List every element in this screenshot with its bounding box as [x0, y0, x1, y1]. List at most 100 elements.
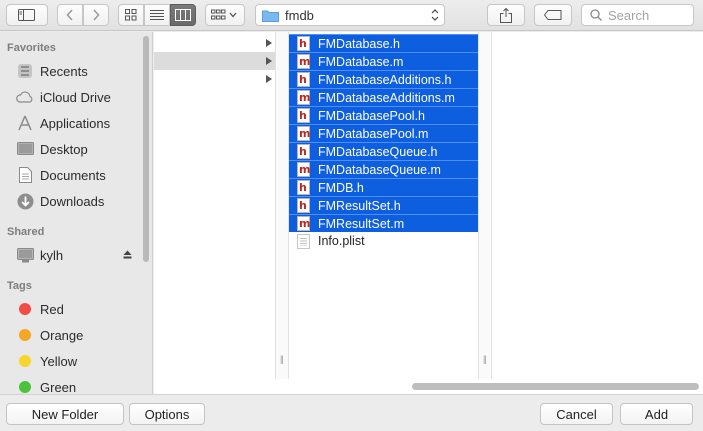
back-button[interactable] [57, 4, 83, 26]
column-view-button[interactable] [170, 4, 196, 26]
grip-icon: || [483, 354, 487, 364]
toolbar: fmdb Search [0, 0, 703, 31]
parent-folder-row[interactable] [154, 34, 275, 52]
tags-heading: Tags [7, 280, 32, 292]
computer-icon [15, 246, 35, 264]
file-row[interactable]: m FMResultSet.m [289, 214, 478, 232]
file-name: FMResultSet.m [318, 216, 405, 231]
sidebar-item-label: Documents [40, 167, 106, 183]
sidebar-item-documents[interactable]: Documents [15, 164, 140, 186]
share-icon [500, 7, 512, 23]
file-name: FMDatabaseAdditions.h [318, 72, 452, 87]
sidebar-item-tag-orange[interactable]: Orange [15, 324, 140, 346]
applications-icon [15, 114, 35, 132]
sidebar-item-tag-green[interactable]: Green [15, 376, 140, 394]
header-file-icon: h [297, 180, 310, 195]
new-folder-button[interactable]: New Folder [6, 403, 124, 425]
sidebar-toggle-icon [18, 9, 35, 21]
file-name: Info.plist [318, 234, 365, 248]
sidebar-item-recents[interactable]: Recents [15, 60, 140, 82]
icon-view-button[interactable] [118, 4, 144, 26]
path-popup[interactable]: fmdb [255, 4, 445, 26]
sidebar-item-applications[interactable]: Applications [15, 112, 140, 134]
list-view-button[interactable] [144, 4, 170, 26]
file-row[interactable]: h FMDatabase.h [289, 34, 478, 52]
chevron-right-icon [93, 9, 100, 21]
sidebar-item-desktop[interactable]: Desktop [15, 138, 140, 160]
file-row[interactable]: h FMDatabasePool.h [289, 106, 478, 124]
download-icon [15, 192, 35, 210]
options-button[interactable]: Options [129, 403, 205, 425]
search-input[interactable]: Search [581, 4, 694, 26]
sidebar-item-downloads[interactable]: Downloads [15, 190, 140, 212]
sidebar-scrollbar[interactable] [143, 36, 149, 262]
header-file-icon: h [297, 72, 310, 87]
header-file-icon: h [297, 36, 310, 51]
file-row[interactable]: h FMDatabaseQueue.h [289, 142, 478, 160]
column-resize-handle[interactable]: || [275, 32, 289, 379]
share-button[interactable] [487, 4, 525, 26]
header-file-icon: h [297, 108, 310, 123]
tag-icon [544, 10, 562, 20]
eject-icon[interactable] [123, 250, 132, 259]
sidebar-item-label: Downloads [40, 193, 105, 209]
sidebar-toggle-button[interactable] [6, 4, 48, 26]
header-file-icon: h [297, 198, 310, 213]
chevron-left-icon [66, 9, 73, 21]
file-row[interactable]: m FMDatabase.m [289, 52, 478, 70]
parent-folder-row[interactable] [154, 70, 275, 88]
orange-tag-icon [19, 329, 31, 341]
file-column: h FMDatabase.h m FMDatabase.m h FMDataba… [289, 32, 478, 379]
search-placeholder: Search [608, 7, 650, 23]
disclosure-triangle-icon [266, 57, 272, 65]
implementation-file-icon: m [297, 90, 311, 105]
implementation-file-icon: m [297, 216, 311, 231]
columns-icon [175, 9, 191, 21]
file-row[interactable]: h FMDatabaseAdditions.h [289, 70, 478, 88]
arrange-grid-icon [211, 9, 237, 20]
file-row[interactable]: m FMDatabasePool.m [289, 124, 478, 142]
sidebar-item-kylh[interactable]: kylh [15, 244, 140, 266]
search-icon [590, 9, 602, 21]
arrange-button[interactable] [205, 4, 245, 26]
file-row[interactable]: h FMResultSet.h [289, 196, 478, 214]
forward-button[interactable] [83, 4, 109, 26]
file-name: FMDB.h [318, 180, 364, 195]
file-name: FMDatabaseQueue.h [318, 144, 438, 159]
cancel-button[interactable]: Cancel [540, 403, 613, 425]
horizontal-scrollbar[interactable] [412, 383, 699, 390]
sidebar-item-tag-yellow[interactable]: Yellow [15, 350, 140, 372]
file-name: FMResultSet.h [318, 198, 401, 213]
tags-button[interactable] [534, 4, 572, 26]
yellow-tag-icon [19, 355, 31, 367]
sidebar-item-label: Green [40, 379, 77, 395]
implementation-file-icon: m [297, 54, 311, 69]
file-name: FMDatabaseQueue.m [318, 162, 441, 177]
sidebar-item-label: Red [40, 301, 64, 317]
column-resize-handle[interactable]: || [478, 32, 492, 379]
implementation-file-icon: m [297, 126, 311, 141]
cloud-icon [15, 88, 35, 106]
file-name: FMDatabase.h [318, 36, 400, 51]
desktop-icon [15, 140, 35, 158]
sidebar-item-label: Desktop [40, 141, 88, 157]
sidebar: Favorites Recents iCloud Drive Applicati… [0, 32, 153, 394]
sidebar-item-tag-red[interactable]: Red [15, 298, 140, 320]
file-row[interactable]: h FMDB.h [289, 178, 478, 196]
sidebar-item-label: iCloud Drive [40, 89, 111, 105]
file-name: FMDatabaseAdditions.m [318, 90, 455, 105]
parent-folder-row[interactable] [154, 52, 275, 70]
file-name: FMDatabase.m [318, 54, 404, 69]
file-row[interactable]: m FMDatabaseAdditions.m [289, 88, 478, 106]
disclosure-triangle-icon [266, 75, 272, 83]
add-button[interactable]: Add [620, 403, 693, 425]
file-row[interactable]: Info.plist [289, 232, 478, 250]
file-row[interactable]: m FMDatabaseQueue.m [289, 160, 478, 178]
empty-column [492, 32, 703, 379]
sidebar-item-label: kylh [40, 247, 64, 263]
file-name: FMDatabasePool.m [318, 126, 429, 141]
list-icon [150, 10, 164, 20]
implementation-file-icon: m [297, 162, 311, 177]
favorites-heading: Favorites [7, 42, 56, 54]
sidebar-item-icloud-drive[interactable]: iCloud Drive [15, 86, 140, 108]
